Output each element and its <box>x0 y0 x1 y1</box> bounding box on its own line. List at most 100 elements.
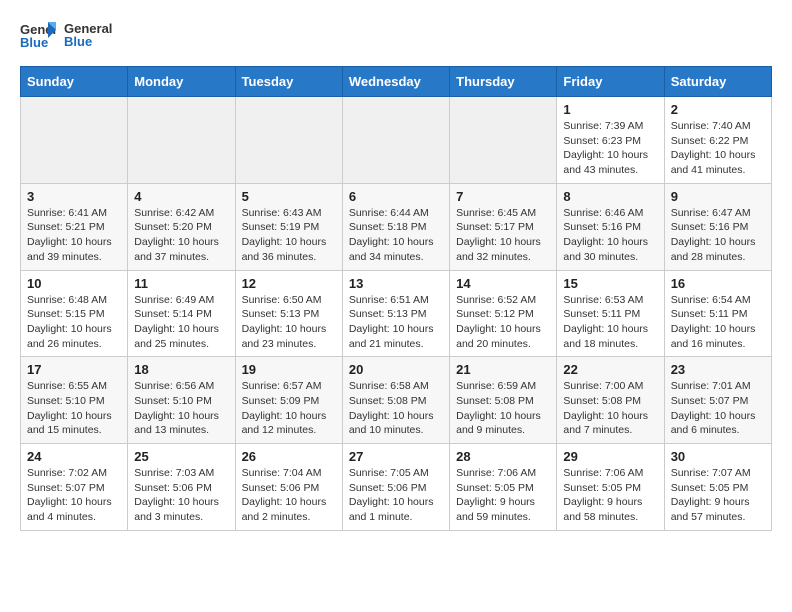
day-detail: Sunrise: 6:59 AM Sunset: 5:08 PM Dayligh… <box>456 379 550 438</box>
day-detail: Sunrise: 7:40 AM Sunset: 6:22 PM Dayligh… <box>671 119 765 178</box>
calendar-day: 6 Sunrise: 6:44 AM Sunset: 5:18 PM Daylig… <box>342 183 449 270</box>
day-number: 27 <box>349 449 443 464</box>
calendar-day <box>450 97 557 184</box>
day-number: 4 <box>134 189 228 204</box>
weekday-row: SundayMondayTuesdayWednesdayThursdayFrid… <box>21 67 772 97</box>
day-number: 8 <box>563 189 657 204</box>
weekday-header-friday: Friday <box>557 67 664 97</box>
day-detail: Sunrise: 7:04 AM Sunset: 5:06 PM Dayligh… <box>242 466 336 525</box>
day-number: 11 <box>134 276 228 291</box>
day-number: 16 <box>671 276 765 291</box>
weekday-header-saturday: Saturday <box>664 67 771 97</box>
calendar-day: 30Sunrise: 7:07 AM Sunset: 5:05 PM Dayli… <box>664 444 771 531</box>
day-detail: Sunrise: 6:54 AM Sunset: 5:11 PM Dayligh… <box>671 293 765 352</box>
page-header: General Blue General Blue <box>20 20 772 50</box>
day-number: 6 <box>349 189 443 204</box>
calendar-day: 16 Sunrise: 6:54 AM Sunset: 5:11 PM Dayli… <box>664 270 771 357</box>
day-number: 7 <box>456 189 550 204</box>
day-number: 1 <box>563 102 657 117</box>
day-number: 19 <box>242 362 336 377</box>
day-detail: Sunrise: 6:56 AM Sunset: 5:10 PM Dayligh… <box>134 379 228 438</box>
calendar-day: 29 Sunrise: 7:06 AM Sunset: 5:05 PM Dayli… <box>557 444 664 531</box>
day-number: 20 <box>349 362 443 377</box>
calendar-day: 21 Sunrise: 6:59 AM Sunset: 5:08 PM Dayli… <box>450 357 557 444</box>
day-number: 17 <box>27 362 121 377</box>
calendar-day: 25 Sunrise: 7:03 AM Sunset: 5:06 PM Dayli… <box>128 444 235 531</box>
day-number: 28 <box>456 449 550 464</box>
logo: General Blue General Blue <box>20 20 112 50</box>
calendar-day: 1Sunrise: 7:39 AM Sunset: 6:23 PM Daylig… <box>557 97 664 184</box>
calendar-week-3: 17 Sunrise: 6:55 AM Sunset: 5:10 PM Dayli… <box>21 357 772 444</box>
day-number: 3 <box>27 189 121 204</box>
day-number: 25 <box>134 449 228 464</box>
day-number: 10 <box>27 276 121 291</box>
day-detail: Sunrise: 7:05 AM Sunset: 5:06 PM Dayligh… <box>349 466 443 525</box>
day-number: 29 <box>563 449 657 464</box>
calendar-day: 18 Sunrise: 6:56 AM Sunset: 5:10 PM Dayli… <box>128 357 235 444</box>
logo-blue-text: Blue <box>64 34 112 49</box>
day-number: 5 <box>242 189 336 204</box>
day-number: 13 <box>349 276 443 291</box>
day-detail: Sunrise: 6:42 AM Sunset: 5:20 PM Dayligh… <box>134 206 228 265</box>
calendar-day: 2Sunrise: 7:40 AM Sunset: 6:22 PM Daylig… <box>664 97 771 184</box>
calendar-day: 5 Sunrise: 6:43 AM Sunset: 5:19 PM Daylig… <box>235 183 342 270</box>
calendar-day: 7Sunrise: 6:45 AM Sunset: 5:17 PM Daylig… <box>450 183 557 270</box>
calendar-header: SundayMondayTuesdayWednesdayThursdayFrid… <box>21 67 772 97</box>
day-detail: Sunrise: 7:07 AM Sunset: 5:05 PM Dayligh… <box>671 466 765 525</box>
calendar-day: 10 Sunrise: 6:48 AM Sunset: 5:15 PM Dayli… <box>21 270 128 357</box>
calendar-day: 14 Sunrise: 6:52 AM Sunset: 5:12 PM Dayli… <box>450 270 557 357</box>
calendar-day: 26Sunrise: 7:04 AM Sunset: 5:06 PM Dayli… <box>235 444 342 531</box>
calendar-day: 11 Sunrise: 6:49 AM Sunset: 5:14 PM Dayli… <box>128 270 235 357</box>
day-detail: Sunrise: 7:01 AM Sunset: 5:07 PM Dayligh… <box>671 379 765 438</box>
day-detail: Sunrise: 7:03 AM Sunset: 5:06 PM Dayligh… <box>134 466 228 525</box>
calendar-week-2: 10 Sunrise: 6:48 AM Sunset: 5:15 PM Dayli… <box>21 270 772 357</box>
day-number: 22 <box>563 362 657 377</box>
calendar-table: SundayMondayTuesdayWednesdayThursdayFrid… <box>20 66 772 531</box>
day-number: 18 <box>134 362 228 377</box>
day-detail: Sunrise: 6:55 AM Sunset: 5:10 PM Dayligh… <box>27 379 121 438</box>
day-detail: Sunrise: 6:44 AM Sunset: 5:18 PM Dayligh… <box>349 206 443 265</box>
calendar-day: 17 Sunrise: 6:55 AM Sunset: 5:10 PM Dayli… <box>21 357 128 444</box>
weekday-header-thursday: Thursday <box>450 67 557 97</box>
day-detail: Sunrise: 6:49 AM Sunset: 5:14 PM Dayligh… <box>134 293 228 352</box>
day-detail: Sunrise: 6:48 AM Sunset: 5:15 PM Dayligh… <box>27 293 121 352</box>
day-detail: Sunrise: 6:57 AM Sunset: 5:09 PM Dayligh… <box>242 379 336 438</box>
day-detail: Sunrise: 6:50 AM Sunset: 5:13 PM Dayligh… <box>242 293 336 352</box>
day-number: 21 <box>456 362 550 377</box>
calendar-day: 4 Sunrise: 6:42 AM Sunset: 5:20 PM Daylig… <box>128 183 235 270</box>
calendar-week-4: 24Sunrise: 7:02 AM Sunset: 5:07 PM Dayli… <box>21 444 772 531</box>
day-number: 14 <box>456 276 550 291</box>
day-number: 9 <box>671 189 765 204</box>
calendar-day: 3 Sunrise: 6:41 AM Sunset: 5:21 PM Daylig… <box>21 183 128 270</box>
calendar-day <box>128 97 235 184</box>
day-detail: Sunrise: 6:41 AM Sunset: 5:21 PM Dayligh… <box>27 206 121 265</box>
calendar-day <box>21 97 128 184</box>
day-number: 15 <box>563 276 657 291</box>
day-detail: Sunrise: 6:52 AM Sunset: 5:12 PM Dayligh… <box>456 293 550 352</box>
weekday-header-monday: Monday <box>128 67 235 97</box>
day-detail: Sunrise: 6:47 AM Sunset: 5:16 PM Dayligh… <box>671 206 765 265</box>
weekday-header-sunday: Sunday <box>21 67 128 97</box>
calendar-day <box>235 97 342 184</box>
calendar-week-1: 3 Sunrise: 6:41 AM Sunset: 5:21 PM Daylig… <box>21 183 772 270</box>
svg-text:Blue: Blue <box>20 35 48 50</box>
day-detail: Sunrise: 7:06 AM Sunset: 5:05 PM Dayligh… <box>456 466 550 525</box>
calendar-day: 20Sunrise: 6:58 AM Sunset: 5:08 PM Dayli… <box>342 357 449 444</box>
calendar-day: 12Sunrise: 6:50 AM Sunset: 5:13 PM Dayli… <box>235 270 342 357</box>
calendar-day: 13 Sunrise: 6:51 AM Sunset: 5:13 PM Dayli… <box>342 270 449 357</box>
calendar-day: 9 Sunrise: 6:47 AM Sunset: 5:16 PM Daylig… <box>664 183 771 270</box>
logo-icon: General Blue <box>20 20 56 50</box>
calendar-day: 23Sunrise: 7:01 AM Sunset: 5:07 PM Dayli… <box>664 357 771 444</box>
day-detail: Sunrise: 7:02 AM Sunset: 5:07 PM Dayligh… <box>27 466 121 525</box>
calendar-body: 1Sunrise: 7:39 AM Sunset: 6:23 PM Daylig… <box>21 97 772 531</box>
calendar-day: 22 Sunrise: 7:00 AM Sunset: 5:08 PM Dayli… <box>557 357 664 444</box>
day-detail: Sunrise: 6:46 AM Sunset: 5:16 PM Dayligh… <box>563 206 657 265</box>
day-detail: Sunrise: 6:51 AM Sunset: 5:13 PM Dayligh… <box>349 293 443 352</box>
calendar-day: 27 Sunrise: 7:05 AM Sunset: 5:06 PM Dayli… <box>342 444 449 531</box>
calendar-day: 28 Sunrise: 7:06 AM Sunset: 5:05 PM Dayli… <box>450 444 557 531</box>
calendar-day: 15 Sunrise: 6:53 AM Sunset: 5:11 PM Dayli… <box>557 270 664 357</box>
day-detail: Sunrise: 6:53 AM Sunset: 5:11 PM Dayligh… <box>563 293 657 352</box>
day-detail: Sunrise: 7:06 AM Sunset: 5:05 PM Dayligh… <box>563 466 657 525</box>
day-detail: Sunrise: 6:43 AM Sunset: 5:19 PM Dayligh… <box>242 206 336 265</box>
day-detail: Sunrise: 7:00 AM Sunset: 5:08 PM Dayligh… <box>563 379 657 438</box>
